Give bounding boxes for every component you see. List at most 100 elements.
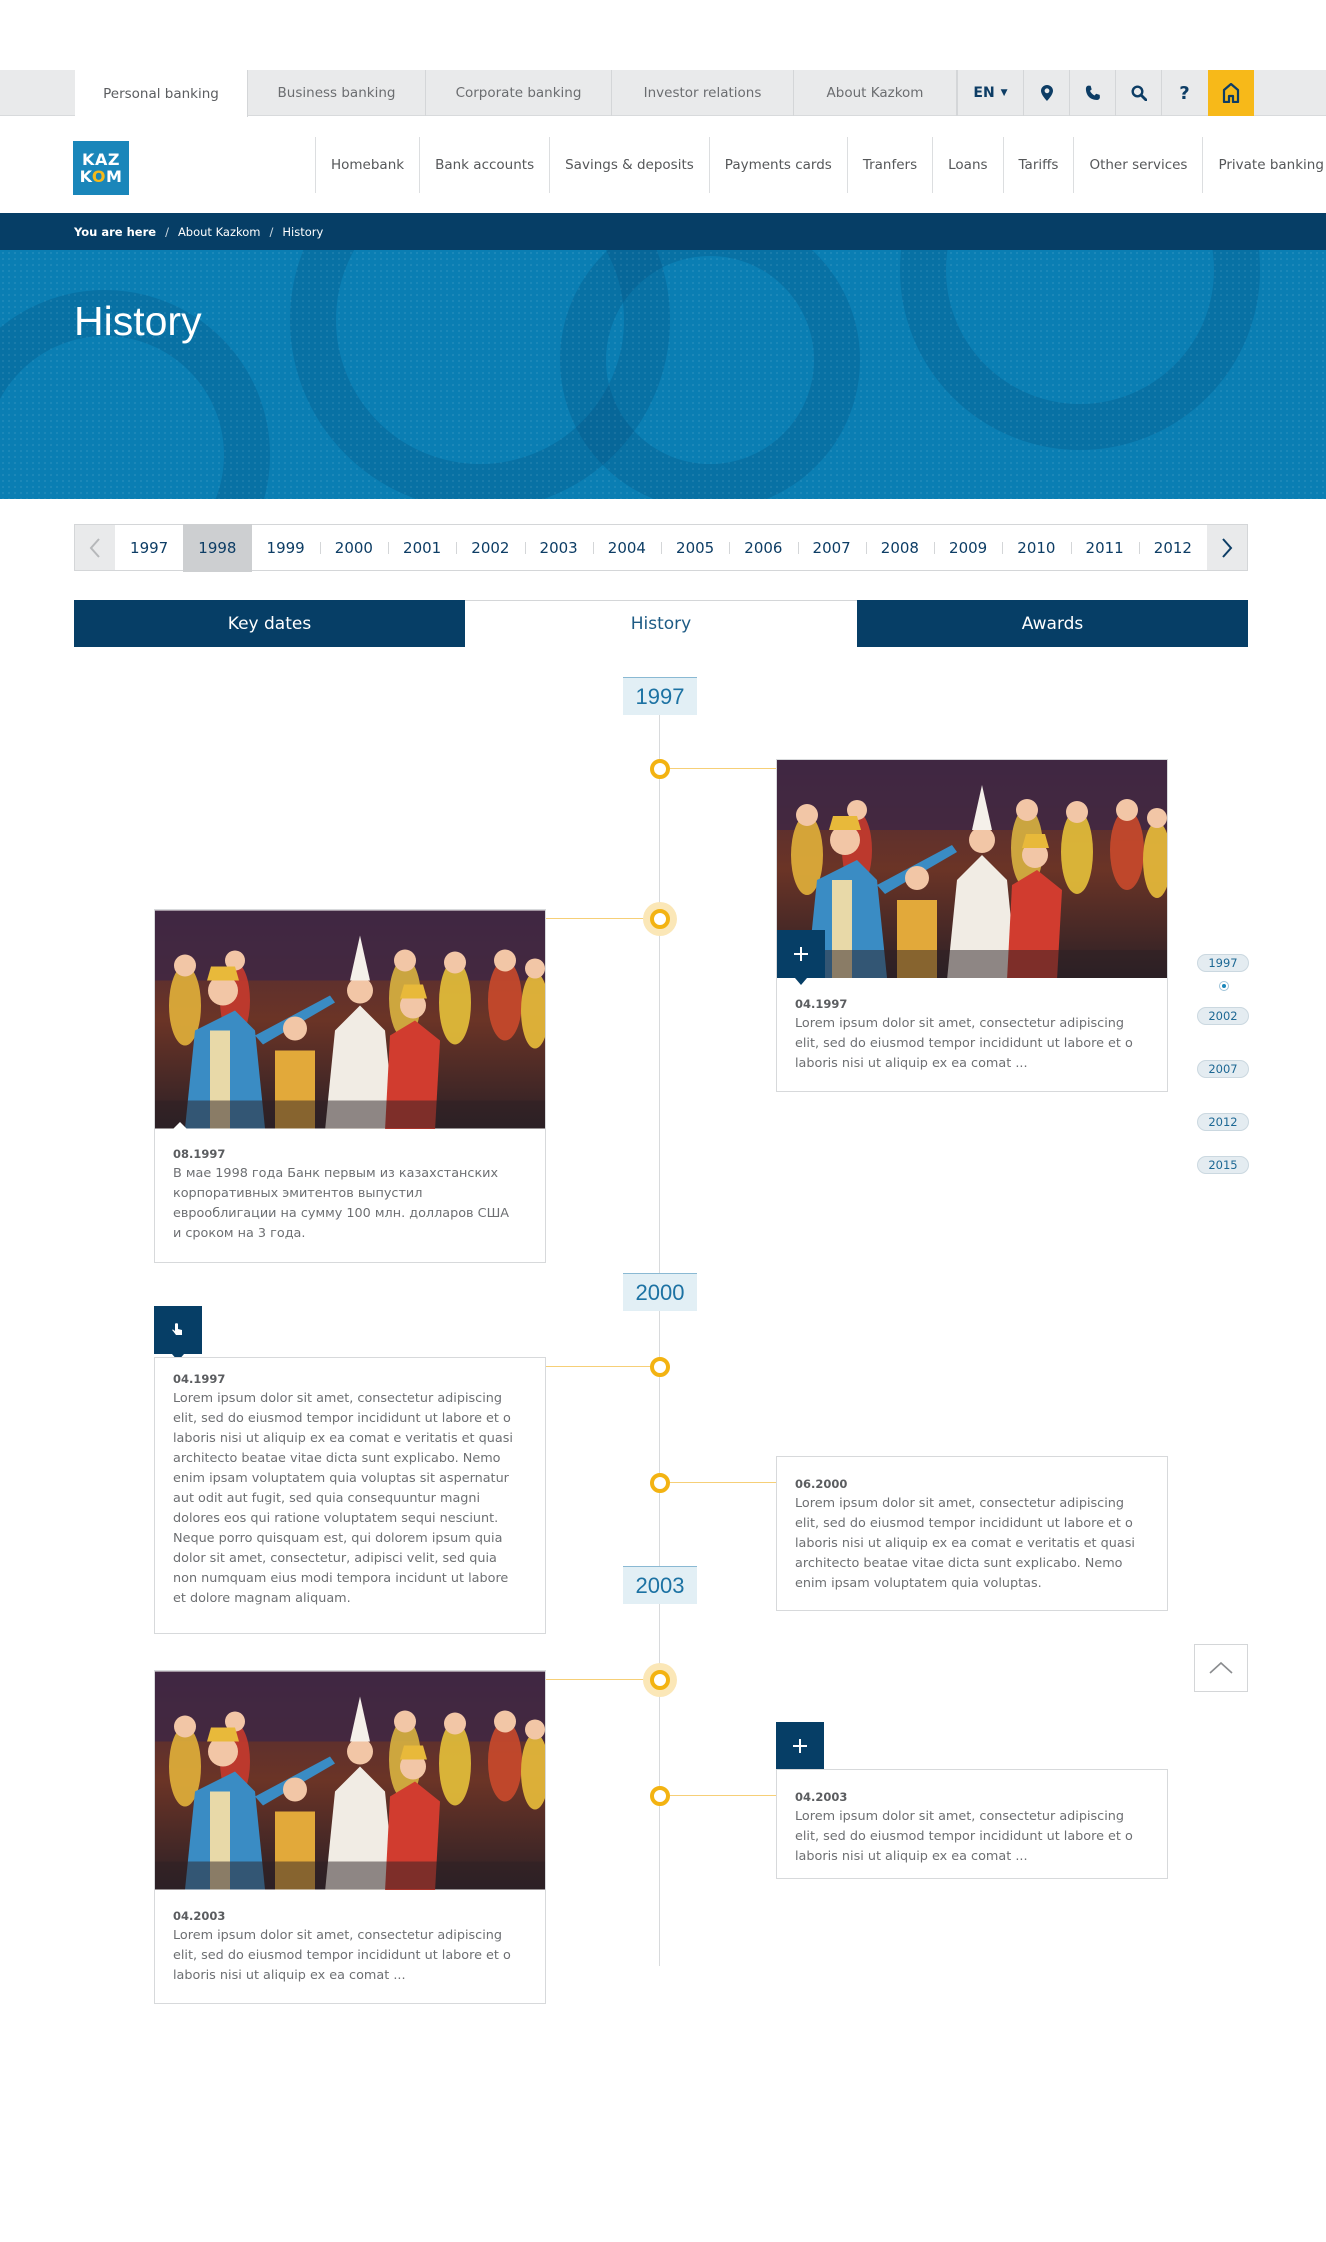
year-item-2006[interactable]: 2006 [729, 525, 797, 570]
top-tab-about-kazkom[interactable]: About Kazkom [794, 70, 957, 116]
timeline-year-label: 2003 [623, 1566, 697, 1604]
timeline-node[interactable] [650, 1473, 670, 1493]
year-item-2011[interactable]: 2011 [1071, 525, 1139, 570]
event-text: Lorem ipsum dolor sit amet, consectetur … [795, 1496, 1135, 1591]
phone-icon[interactable] [1069, 70, 1115, 116]
language-label: EN [973, 85, 995, 101]
timeline-card: 04.2003 Lorem ipsum dolor sit amet, cons… [154, 1670, 546, 2004]
event-text: Lorem ipsum dolor sit amet, consectetur … [795, 1809, 1133, 1864]
help-icon[interactable]: ? [1161, 70, 1207, 116]
timeline-card: 04.2003 Lorem ipsum dolor sit amet, cons… [776, 1769, 1168, 1879]
year-item-2001[interactable]: 2001 [388, 525, 456, 570]
nav-item-tranfers[interactable]: Tranfers [846, 137, 932, 193]
expand-button[interactable] [776, 1722, 824, 1777]
timeline-connector [546, 1679, 660, 1680]
chevron-up-icon [1209, 1661, 1233, 1674]
nav-item-payments-cards[interactable]: Payments cards [708, 137, 847, 193]
top-tab-personal-banking[interactable]: Personal banking [75, 70, 248, 117]
nav-item-bank-accounts[interactable]: Bank accounts [419, 137, 549, 193]
year-strip: 1997 1998 1999 2000 2001 2002 2003 2004 2005 2006… [74, 524, 1248, 572]
event-photo [155, 1671, 545, 1890]
plus-icon [794, 947, 808, 961]
breadcrumb-separator: / [269, 224, 274, 239]
search-icon[interactable] [1115, 70, 1161, 116]
main-nav: Homebank Bank accounts Savings & deposit… [315, 137, 1326, 193]
mini-nav-year[interactable]: 2002 [1197, 1007, 1249, 1025]
year-item-2003[interactable]: 2003 [525, 525, 593, 570]
year-item-1999[interactable]: 1999 [252, 525, 320, 570]
nav-item-loans[interactable]: Loans [932, 137, 1002, 193]
timeline-node[interactable] [650, 1357, 670, 1377]
expand-button[interactable] [777, 930, 825, 985]
nav-item-private-banking[interactable]: Private banking [1202, 137, 1326, 193]
timeline-year-label: 1997 [623, 677, 697, 715]
year-item-2005[interactable]: 2005 [661, 525, 729, 570]
top-tab-corporate-banking[interactable]: Corporate banking [426, 70, 612, 116]
timeline-node[interactable] [650, 759, 670, 779]
location-pin-icon[interactable] [1023, 70, 1069, 116]
mini-nav-current-marker [1219, 981, 1229, 991]
year-separator [1138, 542, 1140, 554]
nav-item-homebank[interactable]: Homebank [315, 137, 419, 193]
timeline-node[interactable] [650, 909, 670, 929]
home-icon[interactable] [1208, 70, 1254, 116]
year-item-2004[interactable]: 2004 [593, 525, 661, 570]
collapse-button[interactable] [154, 1306, 202, 1361]
nav-item-other-services[interactable]: Other services [1073, 137, 1202, 193]
breadcrumb-separator: / [165, 224, 169, 239]
page-title: History [74, 298, 202, 344]
top-tab-investor-relations[interactable]: Investor relations [612, 70, 794, 116]
event-date: 04.2003 [173, 1909, 226, 1923]
chevron-right-icon [1222, 537, 1233, 558]
event-photo [777, 760, 1167, 978]
mini-nav-year[interactable]: 1997 [1197, 954, 1249, 972]
event-photo [155, 910, 545, 1129]
kazkom-logo[interactable]: KAZ KOM [73, 141, 129, 195]
year-item-2010[interactable]: 2010 [1002, 525, 1070, 570]
event-text: Lorem ipsum dolor sit amet, consectetur … [795, 1016, 1133, 1071]
timeline-connector [660, 768, 776, 769]
top-tab-business-banking[interactable]: Business banking [248, 70, 426, 116]
timeline-node[interactable] [650, 1786, 670, 1806]
year-strip-next-button[interactable] [1207, 525, 1247, 570]
nav-item-savings-deposits[interactable]: Savings & deposits [549, 137, 709, 193]
year-separator [524, 542, 526, 554]
year-item-1997[interactable]: 1997 [115, 525, 183, 570]
timeline-connector [546, 918, 660, 919]
hero-banner: History [0, 250, 1326, 499]
language-selector[interactable]: EN ▼ [957, 70, 1023, 116]
year-item-1998[interactable]: 1998 [183, 524, 252, 572]
timeline-connector [660, 1795, 776, 1796]
year-item-2008[interactable]: 2008 [866, 525, 934, 570]
breadcrumb-link-about-kazkom[interactable]: About Kazkom [178, 225, 261, 239]
nav-item-tariffs[interactable]: Tariffs [1002, 137, 1074, 193]
year-item-2007[interactable]: 2007 [798, 525, 866, 570]
tab-history[interactable]: History [465, 600, 857, 647]
year-separator [797, 542, 799, 554]
timeline-card: 06.2000 Lorem ipsum dolor sit amet, cons… [776, 1456, 1168, 1611]
year-separator [456, 542, 458, 554]
year-item-2002[interactable]: 2002 [456, 525, 524, 570]
event-date: 06.2000 [795, 1477, 848, 1491]
mini-nav-year[interactable]: 2007 [1197, 1060, 1249, 1078]
event-date: 04.2003 [795, 1790, 848, 1804]
year-item-2009[interactable]: 2009 [934, 525, 1002, 570]
mini-nav-year[interactable]: 2015 [1197, 1156, 1249, 1174]
timeline-node[interactable] [650, 1670, 670, 1690]
year-strip-prev-button[interactable] [75, 525, 115, 570]
tab-awards[interactable]: Awards [857, 600, 1248, 647]
timeline-connector [546, 1366, 660, 1367]
mini-nav-year[interactable]: 2012 [1197, 1113, 1249, 1131]
scroll-to-top-button[interactable] [1194, 1644, 1248, 1692]
year-item-2000[interactable]: 2000 [320, 525, 388, 570]
year-item-2012[interactable]: 2012 [1139, 525, 1207, 570]
event-date: 04.1997 [173, 1372, 226, 1386]
year-separator [592, 542, 594, 554]
breadcrumb-current: History [282, 224, 324, 239]
card-pointer [173, 1122, 187, 1129]
hero-pattern [0, 250, 1326, 499]
year-list: 1997 1998 1999 2000 2001 2002 2003 2004 2005 2006… [115, 524, 1207, 572]
year-separator [1070, 542, 1072, 554]
chevron-left-icon [89, 537, 100, 558]
tab-key-dates[interactable]: Key dates [74, 600, 465, 647]
